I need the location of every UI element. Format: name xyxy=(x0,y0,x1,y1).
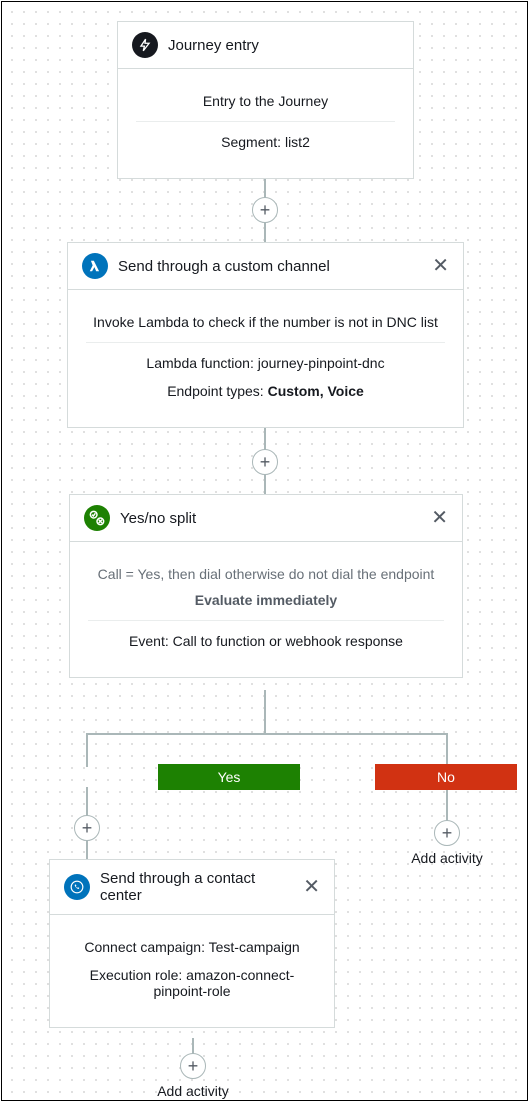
endpoint-label: Endpoint types: xyxy=(167,383,267,399)
add-node-button[interactable]: + xyxy=(252,449,278,475)
connector xyxy=(86,733,448,735)
journey-entry-card[interactable]: Journey entry Entry to the Journey Segme… xyxy=(117,21,414,179)
endpoint-types: Endpoint types: Custom, Voice xyxy=(86,377,445,411)
yesno-split-card[interactable]: Yes/no split ✕ Call = Yes, then dial oth… xyxy=(69,494,463,678)
add-activity-label: Add activity xyxy=(411,850,483,866)
add-node-button[interactable]: + xyxy=(74,815,100,841)
lambda-icon xyxy=(82,253,108,279)
connector xyxy=(446,787,448,821)
card-title: Send through a custom channel xyxy=(118,258,422,275)
card-body: Invoke Lambda to check if the number is … xyxy=(68,290,463,427)
card-header: Yes/no split ✕ xyxy=(70,495,462,542)
journey-canvas[interactable]: Yes No + + + + Add activity + Add activi… xyxy=(1,1,528,1101)
card-header: Journey entry xyxy=(118,22,413,69)
event-text: Event: Call to function or webhook respo… xyxy=(88,621,444,661)
card-header: Send through a custom channel ✕ xyxy=(68,243,463,290)
custom-channel-desc: Invoke Lambda to check if the number is … xyxy=(86,302,445,342)
connect-campaign: Connect campaign: Test-campaign xyxy=(68,927,316,961)
close-icon[interactable]: ✕ xyxy=(303,877,320,897)
entry-text: Entry to the Journey xyxy=(136,81,395,121)
endpoint-value: Custom, Voice xyxy=(268,383,364,399)
add-activity-button[interactable]: + xyxy=(180,1053,206,1079)
card-title: Send through a contact center xyxy=(100,870,293,904)
card-body: Connect campaign: Test-campaign Executio… xyxy=(50,915,334,1027)
connector xyxy=(446,733,448,767)
card-title: Journey entry xyxy=(168,37,399,54)
segment-text: Segment: list2 xyxy=(136,122,395,162)
no-branch-label: No xyxy=(375,764,517,790)
close-icon[interactable]: ✕ xyxy=(431,508,448,528)
add-node-button[interactable]: + xyxy=(252,197,278,223)
connector xyxy=(86,733,88,767)
journey-entry-icon xyxy=(132,32,158,58)
contact-center-card[interactable]: Send through a contact center ✕ Connect … xyxy=(49,859,335,1028)
card-header: Send through a contact center ✕ xyxy=(50,860,334,915)
evaluate-text: Evaluate immediately xyxy=(88,592,444,620)
phone-icon xyxy=(64,874,90,900)
connector xyxy=(264,690,266,735)
card-body: Entry to the Journey Segment: list2 xyxy=(118,69,413,178)
split-condition: Call = Yes, then dial otherwise do not d… xyxy=(88,554,444,592)
lambda-function: Lambda function: journey-pinpoint-dnc xyxy=(86,343,445,377)
split-icon xyxy=(84,505,110,531)
custom-channel-card[interactable]: Send through a custom channel ✕ Invoke L… xyxy=(67,242,464,428)
yes-branch-label: Yes xyxy=(158,764,300,790)
add-activity-button[interactable]: + xyxy=(434,820,460,846)
card-title: Yes/no split xyxy=(120,510,421,527)
execution-role: Execution role: amazon-connect-pinpoint-… xyxy=(68,961,316,1011)
card-body: Call = Yes, then dial otherwise do not d… xyxy=(70,542,462,677)
add-activity-label: Add activity xyxy=(157,1083,229,1099)
close-icon[interactable]: ✕ xyxy=(432,256,449,276)
